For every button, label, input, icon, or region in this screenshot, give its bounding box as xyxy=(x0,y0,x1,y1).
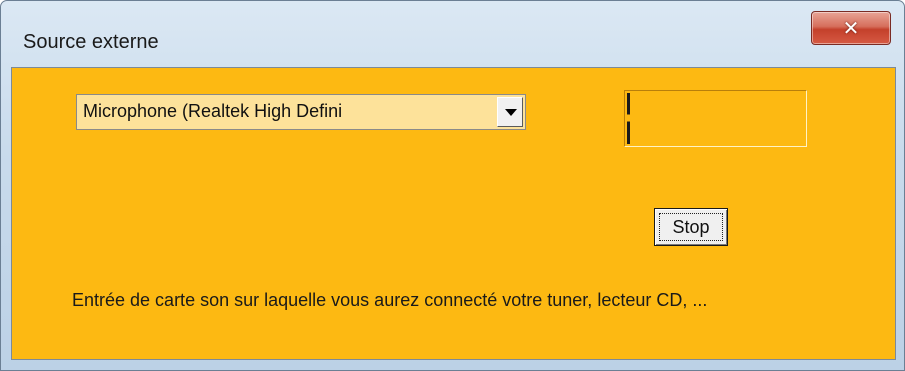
input-source-select[interactable]: Microphone (Realtek High Defini xyxy=(76,94,526,130)
chevron-down-icon xyxy=(505,109,517,116)
dialog-window: Source externe ✕ Microphone (Realtek Hig… xyxy=(0,0,905,371)
dialog-client-area: Microphone (Realtek High Defini Stop Ent… xyxy=(11,67,896,360)
close-icon: ✕ xyxy=(842,16,860,40)
audio-level-meter xyxy=(624,90,807,147)
close-button[interactable]: ✕ xyxy=(811,11,891,45)
hint-text: Entrée de carte son sur laquelle vous au… xyxy=(72,290,708,310)
audio-level-bar xyxy=(627,93,630,144)
input-source-selected-value: Microphone (Realtek High Defini xyxy=(83,101,343,121)
dropdown-button[interactable] xyxy=(497,97,523,127)
window-title: Source externe xyxy=(23,31,159,53)
stop-button[interactable]: Stop xyxy=(654,208,728,246)
title-bar[interactable]: Source externe ✕ xyxy=(1,1,904,67)
stop-button-label: Stop xyxy=(672,216,710,237)
